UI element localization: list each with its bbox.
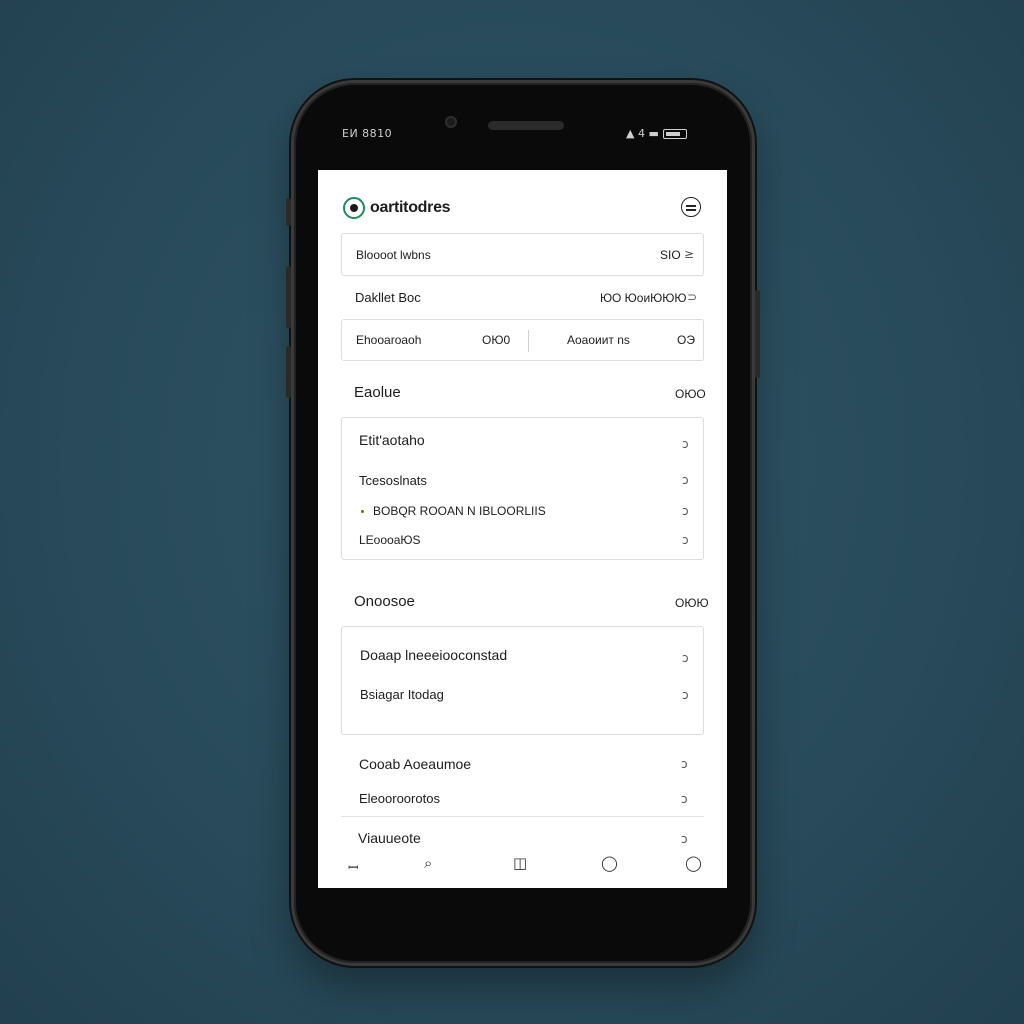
- search-row[interactable]: Bloooot lwbns SIO ≥: [341, 233, 704, 276]
- section2-side-label: OЮЮ: [675, 596, 709, 610]
- chevron-icon[interactable]: ↄ: [681, 757, 688, 771]
- list-item-label[interactable]: BOBQR ROOAN N IBLOORLIIS: [373, 504, 546, 518]
- list-item-label[interactable]: Doaap lneeeiooconstad: [360, 647, 507, 663]
- earpiece-speaker: [488, 121, 564, 130]
- info-row-label: Dakllet Boc: [355, 290, 421, 305]
- chevron-icon[interactable]: ↄ: [682, 473, 689, 487]
- split-right-value: ОЭ: [677, 333, 695, 347]
- app-logo-icon: [343, 197, 365, 219]
- front-camera: [445, 116, 457, 128]
- volume-up-button: [286, 266, 291, 328]
- battery-icon: [662, 128, 687, 139]
- split-divider: [528, 330, 529, 352]
- status-signal: ▲ 4 ▬: [626, 127, 659, 140]
- chevron-icon[interactable]: ↄ: [682, 651, 689, 665]
- profile-icon[interactable]: ◯: [685, 854, 702, 872]
- list-item-label[interactable]: Bsiagar Itodag: [360, 687, 444, 702]
- split-left-value: ОЮ0: [482, 333, 511, 347]
- section1-side-label: ОЮО: [675, 387, 706, 401]
- chevron-icon[interactable]: ↄ: [681, 792, 688, 806]
- chevron-icon[interactable]: ↄ: [682, 437, 689, 451]
- app-title: oartitodres: [370, 199, 451, 216]
- list-item-label[interactable]: Viauueote: [358, 830, 421, 846]
- list-item-label[interactable]: Etit'aotaho: [359, 432, 425, 448]
- split-row: Ehooaroaoh ОЮ0 Aоаоиит ns ОЭ: [341, 319, 704, 361]
- chevron-icon[interactable]: ↄ: [681, 832, 688, 846]
- status-indicators: ▲ 4 ▬: [626, 127, 687, 140]
- volume-down-button: [286, 346, 291, 398]
- chevron-icon[interactable]: ↄ: [682, 533, 689, 547]
- search-row-label: Bloooot lwbns: [356, 248, 431, 262]
- power-button: [755, 290, 760, 378]
- section1-title: Eaolue: [354, 384, 401, 401]
- chevron-icon[interactable]: ↄ: [682, 504, 689, 518]
- side-button: [286, 198, 291, 226]
- app-screen: oartitodres Bloooot lwbns SIO ≥ Dakllet …: [318, 170, 727, 888]
- list-item-label[interactable]: Eleooroorotos: [359, 791, 440, 806]
- section2-title: Onoosoe: [354, 593, 415, 610]
- info-row-value: ЮО ЮоиЮЮЮ: [600, 291, 687, 305]
- search-icon[interactable]: ⌕: [424, 854, 432, 872]
- section1-card: Etit'aotaho ↄ Tcesoslnats ↄ BOBQR ROOAN …: [341, 417, 704, 560]
- arrow-icon[interactable]: ≥: [684, 247, 694, 261]
- split-left-label[interactable]: Ehooaroaoh: [356, 333, 421, 347]
- refresh-icon[interactable]: ⊃: [687, 290, 697, 304]
- list-item-label[interactable]: LЕоооаЮS: [359, 533, 421, 547]
- chevron-icon[interactable]: ↄ: [682, 688, 689, 702]
- split-right-label[interactable]: Aоаоиит ns: [567, 333, 630, 347]
- section2-card: Doaap lneeeiooconstad ↄ Bsiagar Itodag ↄ: [341, 626, 704, 735]
- chat-icon[interactable]: ◯: [601, 854, 618, 872]
- divider: [341, 816, 704, 817]
- menu-icon[interactable]: [681, 197, 701, 217]
- status-carrier: ЕИ 8810: [342, 127, 393, 140]
- list-item-label[interactable]: Cooab Aoeaumoe: [359, 756, 471, 772]
- library-icon[interactable]: ◫: [513, 854, 527, 872]
- bullet-icon: [361, 510, 364, 513]
- home-icon[interactable]: ꟷ: [348, 858, 359, 876]
- list-item-label[interactable]: Tcesoslnats: [359, 473, 427, 488]
- search-row-value: SIO: [660, 248, 681, 262]
